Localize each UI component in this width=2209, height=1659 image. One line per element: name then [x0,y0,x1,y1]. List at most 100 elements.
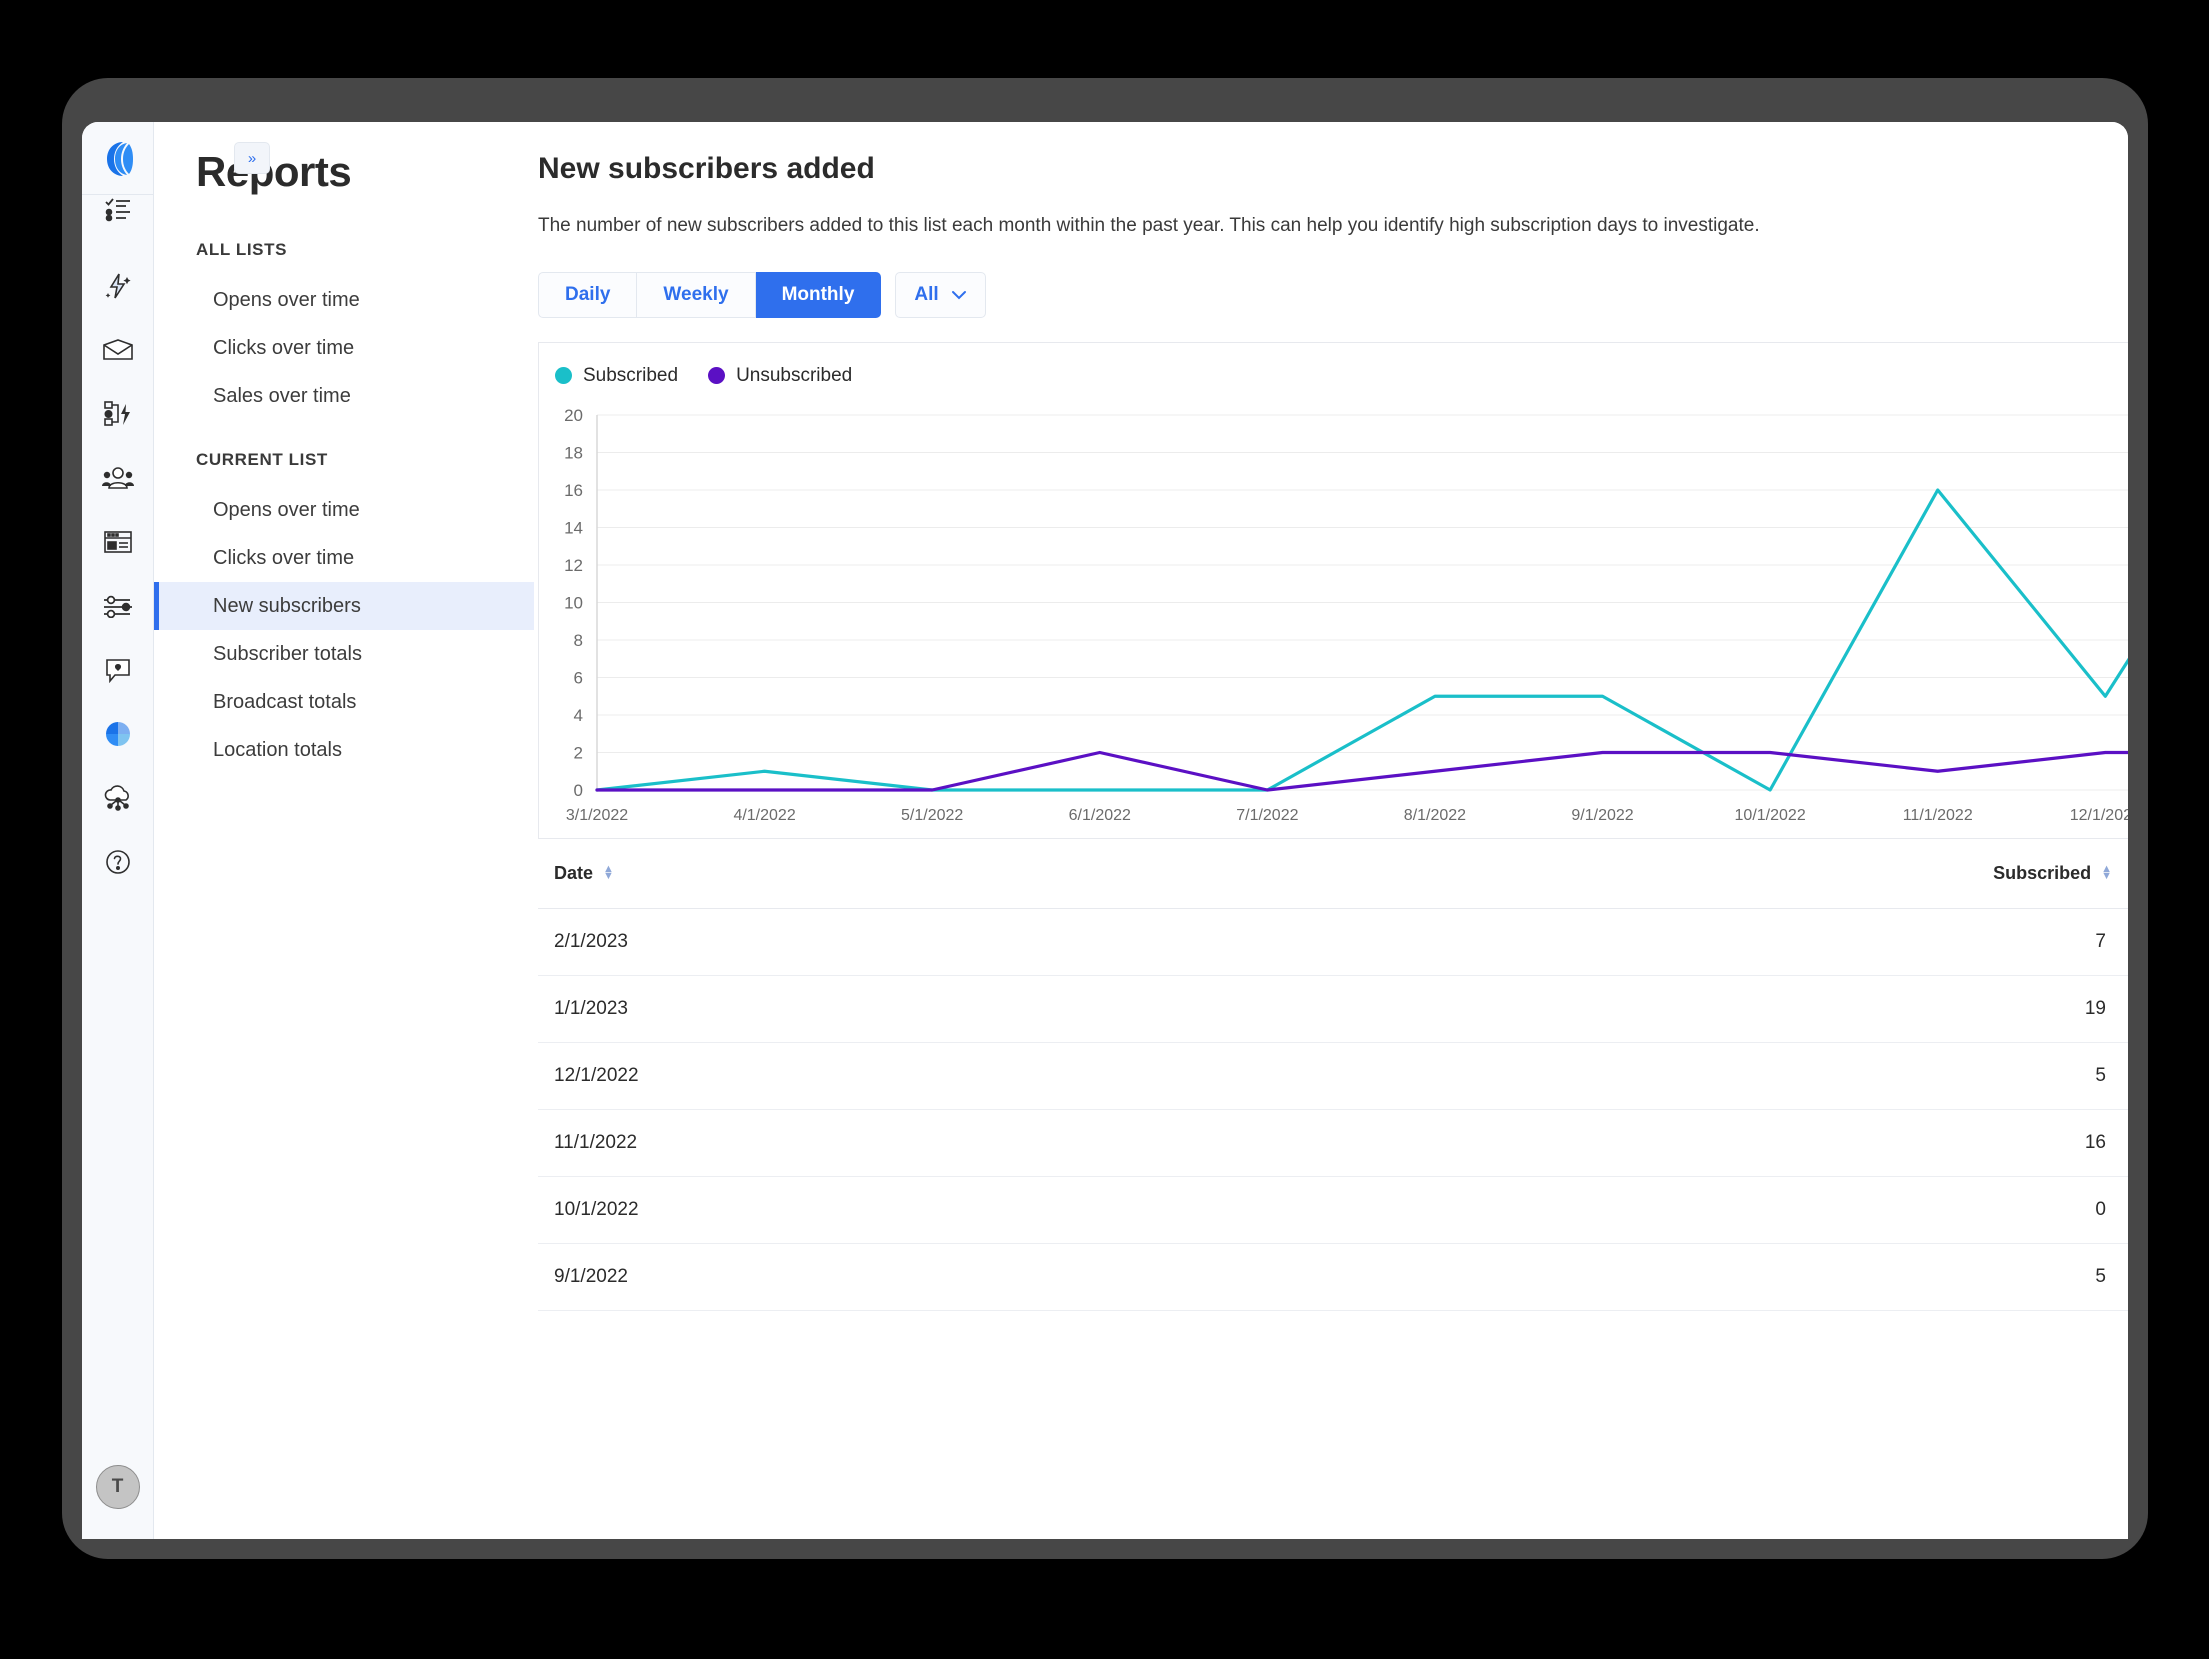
envelope-icon[interactable] [95,327,141,373]
tab-monthly[interactable]: Monthly [755,271,882,318]
sidebar-item-subscriber-totals[interactable]: Subscriber totals [154,630,534,678]
cloud-share-icon[interactable] [95,775,141,821]
filter-label: All [914,283,939,305]
workflow-bolt-icon[interactable] [95,391,141,437]
cell-date: 9/1/2022 [538,1243,1101,1311]
report-title: New subscribers added [538,152,875,185]
legend-entry-unsubscribed[interactable]: Unsubscribed [708,365,852,387]
landing-page-icon[interactable] [95,519,141,565]
nav-group-current-list: CURRENT LIST Opens over time Clicks over… [154,450,534,774]
tab-daily[interactable]: Daily [538,271,638,318]
pie-chart-icon[interactable] [95,711,141,757]
y-axis-tick-label: 14 [564,518,583,537]
people-icon[interactable] [95,455,141,501]
x-axis-tick-label: 6/1/2022 [1069,807,1131,824]
column-header-date-label: Date [554,862,594,883]
y-axis-tick-label: 2 [574,743,583,762]
legend-entry-subscribed[interactable]: Subscribed [555,365,678,387]
column-header-subscribed[interactable]: Subscribed ▲ ▼ [1100,838,2128,909]
y-axis-tick-label: 8 [574,631,583,650]
icon-rail: T [82,122,154,1539]
nav-group-title: ALL LISTS [196,240,288,259]
legend-dot-unsubscribed [708,367,726,385]
chevron-down-icon [951,284,967,306]
sidebar-item-new-subscribers[interactable]: New subscribers [154,582,534,630]
cell-date: 12/1/2022 [538,1042,1101,1110]
rail-divider [82,194,153,195]
filter-dropdown[interactable]: All [895,271,986,318]
cell-subscribed: 16 [1100,1109,2128,1177]
y-axis-tick-label: 4 [574,706,583,725]
legend-label-subscribed: Subscribed [583,364,679,386]
x-axis-tick-label: 11/1/2022 [1903,807,1973,824]
avatar[interactable]: T [95,1465,140,1509]
checklist-icon[interactable] [95,186,141,232]
report-toolbar: Daily Weekly Monthly All [534,271,2128,318]
chart-card: Subscribed Unsubscribed 0 2 4 6 8 10 12 14 16 18 2… [538,341,2128,838]
main-content: New subscribers added The number of new … [534,122,2128,1539]
sidebar-item-all-sales-over-time[interactable]: Sales over time [154,372,534,420]
y-axis-tick-label: 12 [564,556,583,575]
automation-bolt-icon[interactable] [95,263,141,309]
report-description: The number of new subscribers added to t… [538,215,1760,236]
table-head: Date ▲ ▼ Subscribed ▲ ▼ [538,838,2128,909]
table-row[interactable]: 10/1/2022 0 [538,1176,2128,1244]
x-axis-tick-label: 3/1/2022 [566,807,628,824]
sidebar-item-location-totals[interactable]: Location totals [154,726,534,774]
x-axis-tick-label: 9/1/2022 [1571,807,1633,824]
cell-date: 11/1/2022 [538,1109,1101,1177]
line-chart-svg: 0 2 4 6 8 10 12 14 16 18 20 3/1/2022 4/1/2022 5/1/202… [564,406,2128,824]
chart-legend: Subscribed Unsubscribed [539,343,2128,403]
sidebar-item-broadcast-totals[interactable]: Broadcast totals [154,678,534,726]
legend-label-unsubscribed: Unsubscribed [736,364,853,386]
sidebar-item-all-opens-over-time[interactable]: Opens over time [154,276,534,324]
column-header-date[interactable]: Date ▲ ▼ [538,838,1101,909]
cell-subscribed: 19 [1100,975,2128,1043]
y-axis-tick-label: 0 [574,781,583,800]
cell-subscribed: 0 [1100,1176,2128,1244]
y-axis-tick-label: 10 [564,593,583,612]
nav-column: » Reports ALL LISTS Opens over time Clic… [154,122,534,1539]
device-frame: T » Reports ALL LISTS Opens over time Cl… [62,78,2148,1559]
series-line-unsubscribed[interactable] [595,750,2128,792]
sliders-icon[interactable] [95,583,141,629]
help-circle-icon[interactable] [95,839,141,885]
page-title: Reports [196,148,352,195]
table-body: 2/1/2023 7 1/1/2023 19 12/1/2022 5 11/1/2022 16… [538,908,2128,1311]
sort-arrows-icon[interactable]: ▲ ▼ [603,864,614,882]
column-header-subscribed-label: Subscribed [1993,862,2092,883]
y-axis-tick-label: 20 [564,406,583,425]
y-axis-tick-label: 18 [564,443,583,462]
period-segmented-control: Daily Weekly Monthly [538,271,882,318]
nav-group-title: CURRENT LIST [196,450,328,469]
sidebar-item-opens-over-time[interactable]: Opens over time [154,486,534,534]
table-row[interactable]: 2/1/2023 7 [538,908,2128,976]
legend-dot-subscribed [555,367,572,385]
x-axis-tick-label: 8/1/2022 [1404,807,1466,824]
series-line-subscribed[interactable] [595,433,2128,792]
nav-group-all-lists: ALL LISTS Opens over time Clicks over ti… [154,240,534,420]
data-table: Date ▲ ▼ Subscribed ▲ ▼ 2/1/2023 7 1/1/2023 1 [538,837,2128,1311]
cell-date: 10/1/2022 [538,1176,1101,1244]
table-row[interactable]: 1/1/2023 19 [538,975,2128,1043]
cell-date: 2/1/2023 [538,908,1101,976]
x-axis-tick-label: 5/1/2022 [901,807,963,824]
sidebar-item-clicks-over-time[interactable]: Clicks over time [154,534,534,582]
x-axis-tick-label: 4/1/2022 [733,807,795,824]
y-axis-tick-label: 6 [574,668,583,687]
chat-bubble-icon[interactable] [95,647,141,693]
x-axis-tick-label: 12/1/2022 [2070,807,2128,824]
chevron-double-right-icon[interactable]: » [234,142,270,174]
x-axis-tick-label: 7/1/2022 [1236,807,1298,824]
sidebar-item-all-clicks-over-time[interactable]: Clicks over time [154,324,534,372]
sort-arrows-icon[interactable]: ▲ ▼ [2101,864,2112,882]
tab-weekly[interactable]: Weekly [637,271,756,318]
chart-plot-area: 0 2 4 6 8 10 12 14 16 18 20 3/1/2022 4/1/2022 5/1/202… [539,403,2128,838]
table-row[interactable]: 11/1/2022 16 [538,1109,2128,1177]
device-screen: T » Reports ALL LISTS Opens over time Cl… [82,122,2128,1539]
table-header-row: Date ▲ ▼ Subscribed ▲ ▼ [538,838,2128,909]
x-axis-tick-label: 10/1/2022 [1735,807,1806,824]
table-row[interactable]: 9/1/2022 5 [538,1243,2128,1311]
brand-logo-icon[interactable] [95,136,141,182]
table-row[interactable]: 12/1/2022 5 [538,1042,2128,1110]
